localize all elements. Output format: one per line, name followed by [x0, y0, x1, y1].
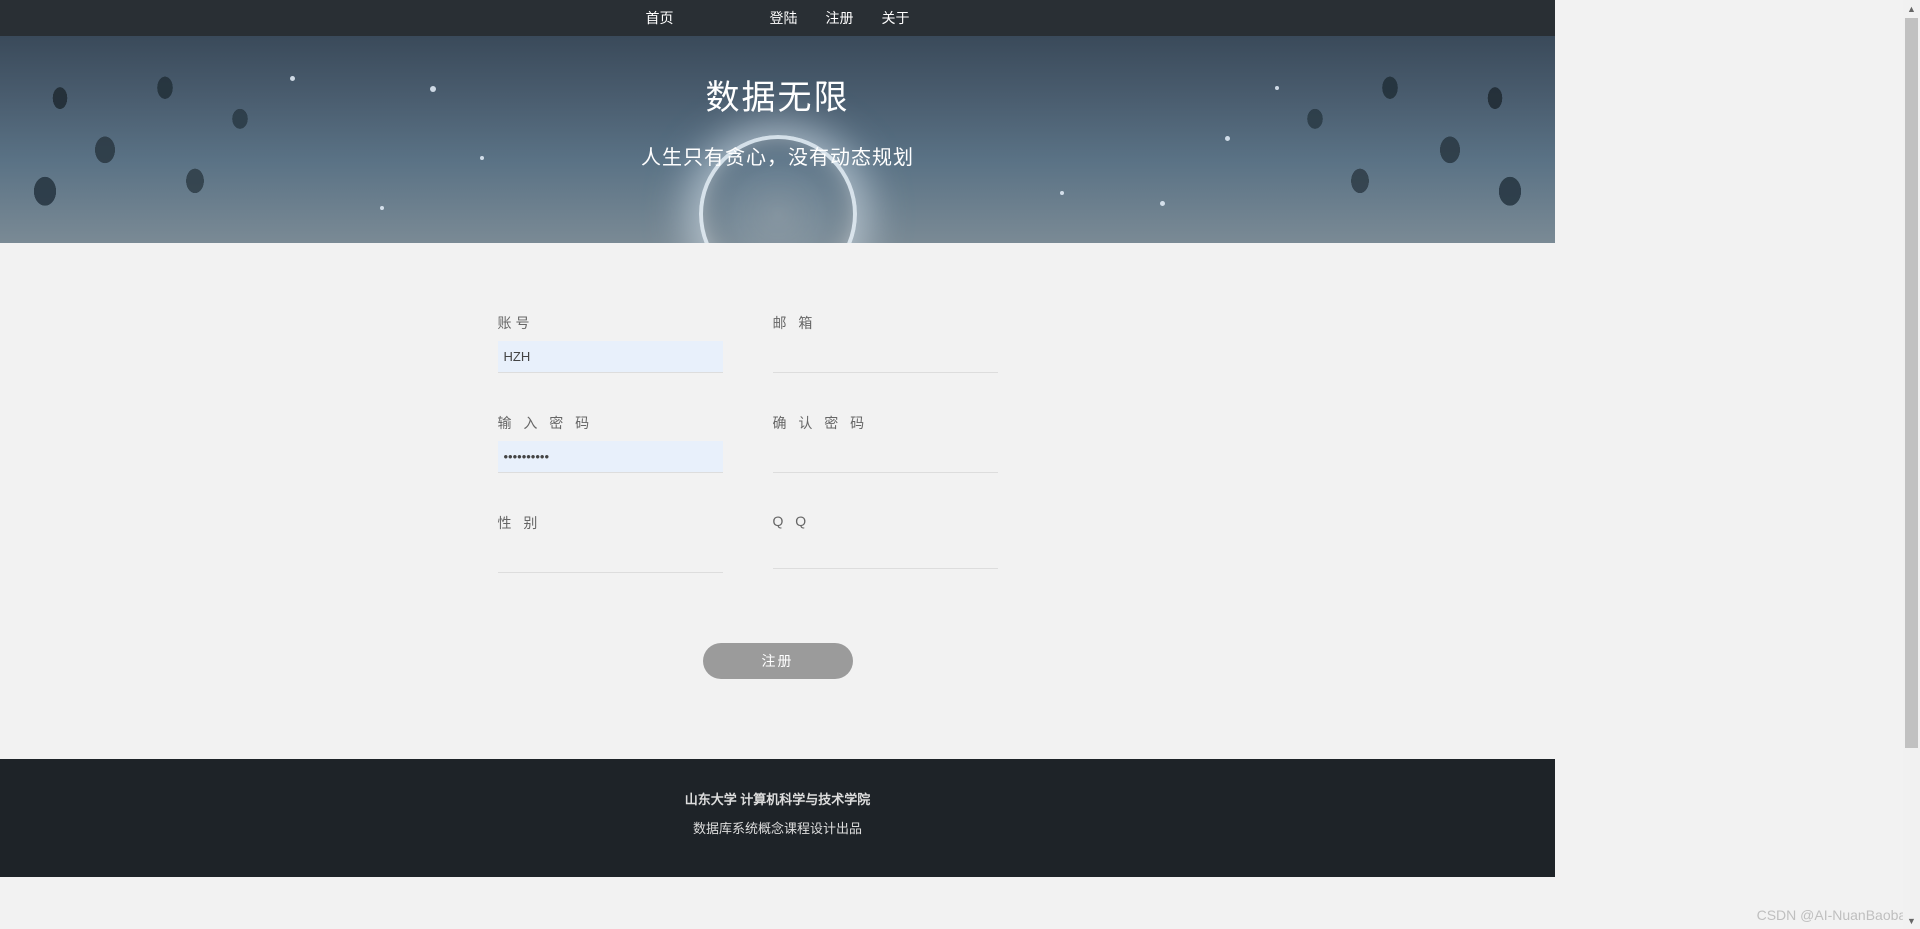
hero-decor-right [1255, 36, 1555, 243]
account-input[interactable] [498, 341, 723, 373]
email-input[interactable] [773, 341, 998, 373]
form-group-email: 邮 箱 [773, 313, 998, 373]
nav-about[interactable]: 关于 [882, 8, 910, 28]
form-group-confirm: 确 认 密 码 [773, 413, 998, 473]
confirm-input[interactable] [773, 441, 998, 473]
star-icon [1275, 86, 1279, 90]
scrollbar-thumb[interactable] [1905, 18, 1918, 748]
star-icon [430, 86, 436, 92]
qq-label: Q Q [773, 513, 998, 529]
form-group-qq: Q Q [773, 513, 998, 573]
password-label: 输 入 密 码 [498, 413, 723, 433]
nav-login[interactable]: 登陆 [770, 8, 798, 28]
watermark: CSDN @AI-NuanBaobao [1757, 907, 1914, 923]
register-button[interactable]: 注册 [703, 643, 853, 679]
form-row: 输 入 密 码 确 认 密 码 [498, 413, 1058, 473]
submit-row: 注册 [498, 643, 1058, 679]
gender-label: 性 别 [498, 513, 723, 533]
hero-subtitle: 人生只有贪心，没有动态规划 [641, 141, 914, 170]
form-group-gender: 性 别 [498, 513, 723, 573]
star-icon [380, 206, 384, 210]
account-label: 账号 [498, 313, 723, 333]
star-icon [480, 156, 484, 160]
star-icon [1225, 136, 1230, 141]
form-row: 账号 邮 箱 [498, 313, 1058, 373]
footer-line1: 山东大学 计算机科学与技术学院 [0, 789, 1555, 808]
scroll-up-icon[interactable]: ▲ [1903, 0, 1920, 17]
nav-home[interactable]: 首页 [646, 8, 674, 28]
footer-line2: 数据库系统概念课程设计出品 [0, 818, 1555, 837]
star-icon [1060, 191, 1064, 195]
form-group-account: 账号 [498, 313, 723, 373]
email-label: 邮 箱 [773, 313, 998, 333]
form-group-password: 输 入 密 码 [498, 413, 723, 473]
registration-form: 账号 邮 箱 输 入 密 码 确 认 密 码 性 别 [498, 313, 1058, 679]
hero-decor-left [0, 36, 300, 243]
star-icon [1160, 201, 1165, 206]
hero-banner: 数据无限 人生只有贪心，没有动态规划 [0, 36, 1555, 243]
form-row: 性 别 Q Q [498, 513, 1058, 573]
footer: 山东大学 计算机科学与技术学院 数据库系统概念课程设计出品 [0, 759, 1555, 877]
hero-title: 数据无限 [706, 70, 850, 119]
qq-input[interactable] [773, 537, 998, 569]
scroll-down-icon[interactable]: ▼ [1903, 912, 1920, 929]
content-area: 账号 邮 箱 输 入 密 码 确 认 密 码 性 别 [0, 243, 1555, 759]
top-nav: 首页 登陆 注册 关于 [0, 0, 1555, 36]
star-icon [290, 76, 295, 81]
nav-register[interactable]: 注册 [826, 8, 854, 28]
gender-input[interactable] [498, 541, 723, 573]
password-input[interactable] [498, 441, 723, 473]
scrollbar[interactable]: ▲ ▼ [1903, 0, 1920, 929]
confirm-label: 确 认 密 码 [773, 413, 998, 433]
